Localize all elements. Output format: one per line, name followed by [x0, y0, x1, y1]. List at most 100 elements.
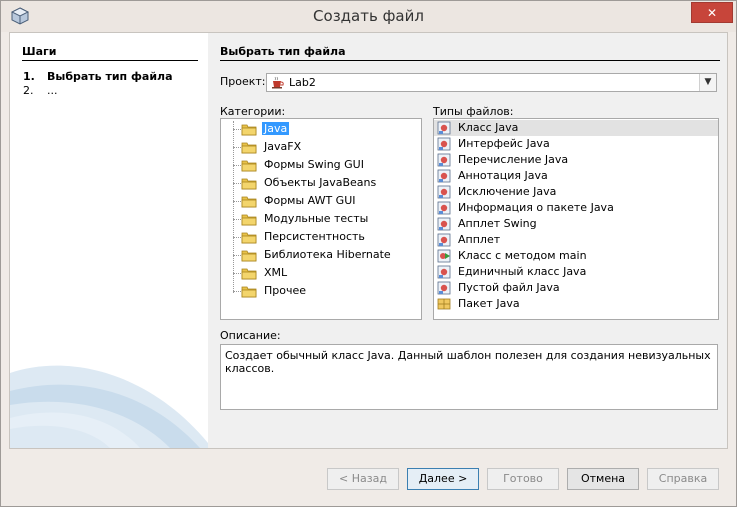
java-class-icon	[437, 137, 451, 151]
categories-label: Категории:	[220, 105, 286, 118]
tree-branch-line	[233, 201, 241, 202]
back-button[interactable]: < Назад	[327, 468, 399, 490]
step-number: 1.	[23, 70, 35, 83]
category-label: Формы Swing GUI	[264, 158, 364, 171]
file-type-item[interactable]: Исключение Java	[434, 184, 718, 200]
java-class-icon	[437, 121, 451, 135]
title-bar[interactable]: Создать файл ✕	[1, 1, 736, 32]
tree-branch-line	[233, 237, 241, 238]
file-type-item[interactable]: Интерфейс Java	[434, 136, 718, 152]
java-package-icon	[437, 297, 451, 311]
java-class-icon	[437, 169, 451, 183]
next-button[interactable]: Далее >	[407, 468, 479, 490]
step-number: 2.	[23, 84, 34, 97]
category-label: XML	[264, 266, 288, 279]
category-label: Прочее	[264, 284, 307, 297]
tree-branch-line	[233, 183, 241, 184]
step-label: ...	[47, 84, 58, 97]
file-type-label: Интерфейс Java	[458, 137, 550, 150]
tree-branch-line	[233, 255, 241, 256]
file-type-label: Апплет Swing	[458, 217, 537, 230]
file-type-item[interactable]: Апплет Swing	[434, 216, 718, 232]
file-type-item[interactable]: Единичный класс Java	[434, 264, 718, 280]
file-type-label: Класс с методом main	[458, 249, 587, 262]
java-main-class-icon	[437, 249, 451, 263]
file-type-label: Пакет Java	[458, 297, 520, 310]
project-label: Проект:	[220, 75, 266, 88]
category-label: Java	[262, 122, 290, 135]
category-item[interactable]: Java	[221, 120, 411, 138]
folder-icon	[241, 122, 257, 136]
category-label: Библиотека Hibernate	[264, 248, 391, 261]
finish-button[interactable]: Готово	[487, 468, 559, 490]
help-button[interactable]: Справка	[647, 468, 719, 490]
decorative-swoosh	[10, 365, 208, 448]
category-label: Объекты JavaBeans	[264, 176, 377, 189]
folder-icon	[241, 212, 257, 226]
file-type-label: Перечисление Java	[458, 153, 569, 166]
folder-icon	[241, 194, 257, 208]
category-label: JavaFX	[264, 140, 302, 153]
step-item: 2....	[23, 84, 58, 97]
category-item[interactable]: Прочее	[221, 282, 411, 300]
java-class-icon	[437, 185, 451, 199]
tree-branch-line	[233, 219, 241, 220]
file-type-item[interactable]: Пакет Java	[434, 296, 718, 312]
java-class-icon	[437, 233, 451, 247]
category-item[interactable]: Библиотека Hibernate	[221, 246, 411, 264]
file-type-item[interactable]: Апплет	[434, 232, 718, 248]
category-item[interactable]: Персистентность	[221, 228, 411, 246]
file-type-item[interactable]: Класс Java	[434, 120, 718, 136]
project-combobox[interactable]: Lab2 ▼	[266, 73, 717, 92]
step-item: 1. Выбрать тип файла	[23, 70, 173, 83]
category-item[interactable]: Модульные тесты	[221, 210, 411, 228]
window-title: Создать файл	[313, 7, 424, 25]
java-class-icon	[437, 265, 451, 279]
cancel-button[interactable]: Отмена	[567, 468, 639, 490]
coffee-cup-icon	[272, 76, 284, 89]
category-item[interactable]: Формы AWT GUI	[221, 192, 411, 210]
file-type-label: Класс Java	[458, 121, 519, 134]
tree-branch-line	[233, 129, 241, 130]
page-title: Выбрать тип файла	[220, 45, 720, 61]
category-item[interactable]: JavaFX	[221, 138, 411, 156]
main-pane: Выбрать тип файла Проект: Lab2 ▼ Категор…	[219, 33, 729, 448]
java-class-icon	[437, 153, 451, 167]
description-label: Описание:	[220, 329, 281, 342]
file-types-list[interactable]: Класс Java Интерфейс Java Перечисление Jav…	[433, 118, 719, 320]
file-type-item[interactable]: Пустой файл Java	[434, 280, 718, 296]
file-type-item[interactable]: Класс с методом main	[434, 248, 718, 264]
file-type-label: Единичный класс Java	[458, 265, 587, 278]
steps-panel: Шаги 1. Выбрать тип файла 2....	[10, 33, 208, 448]
category-item[interactable]: Объекты JavaBeans	[221, 174, 411, 192]
category-item[interactable]: Формы Swing GUI	[221, 156, 411, 174]
category-label: Персистентность	[264, 230, 365, 243]
folder-icon	[241, 248, 257, 262]
folder-icon	[241, 176, 257, 190]
folder-icon	[241, 140, 257, 154]
step-label: Выбрать тип файла	[47, 70, 173, 83]
tree-branch-line	[233, 147, 241, 148]
close-button[interactable]: ✕	[691, 2, 733, 23]
file-type-label: Исключение Java	[458, 185, 557, 198]
file-types-label: Типы файлов:	[433, 105, 514, 118]
file-type-item[interactable]: Информация о пакете Java	[434, 200, 718, 216]
categories-tree[interactable]: Java JavaFX Формы Swing GUI Объекты JavaBea…	[220, 118, 422, 320]
steps-title: Шаги	[22, 45, 198, 61]
file-type-label: Аннотация Java	[458, 169, 548, 182]
file-type-label: Пустой файл Java	[458, 281, 560, 294]
chevron-down-icon[interactable]: ▼	[699, 74, 716, 91]
folder-icon	[241, 230, 257, 244]
tree-branch-line	[233, 291, 241, 292]
project-value: Lab2	[289, 76, 316, 89]
category-item[interactable]: XML	[221, 264, 411, 282]
file-type-item[interactable]: Аннотация Java	[434, 168, 718, 184]
folder-icon	[241, 284, 257, 298]
dialog-content: Шаги 1. Выбрать тип файла 2.... Выбрать т…	[9, 32, 728, 449]
dialog-window: Создать файл ✕ Шаги 1. Выбрать тип файла …	[0, 0, 737, 507]
file-type-label: Информация о пакете Java	[458, 201, 614, 214]
folder-icon	[241, 266, 257, 280]
tree-branch-line	[233, 273, 241, 274]
folder-icon	[241, 158, 257, 172]
file-type-item[interactable]: Перечисление Java	[434, 152, 718, 168]
